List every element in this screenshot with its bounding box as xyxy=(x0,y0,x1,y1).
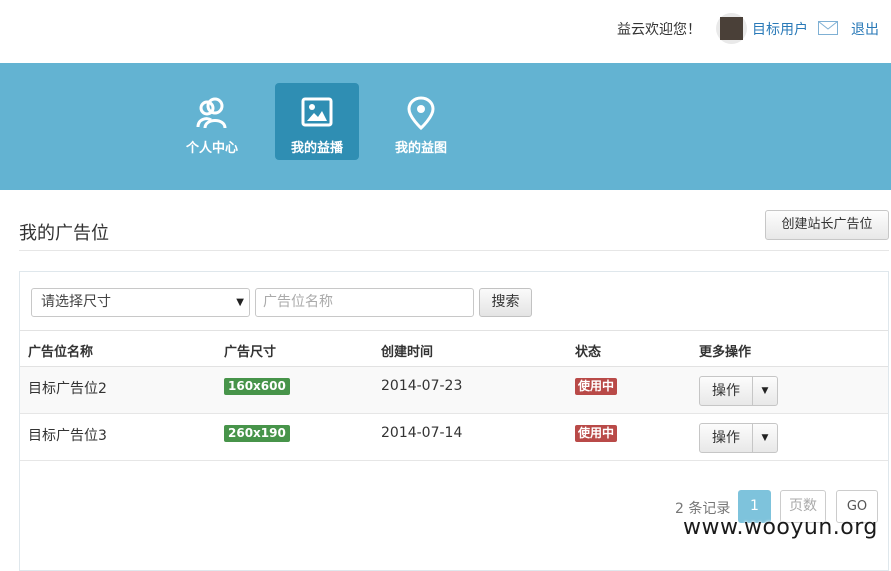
column-header-status: 状态 xyxy=(575,345,602,360)
main-nav: 个人中心 我的益播 我的益图 xyxy=(0,63,891,190)
caret-down-icon[interactable]: ▼ xyxy=(753,377,777,405)
action-button-group: 操作 ▼ xyxy=(699,423,778,453)
welcome-text: 益云欢迎您！ xyxy=(617,22,701,38)
location-pin-icon xyxy=(407,96,435,130)
table-row: 目标广告位2 160x600 2014-07-23 使用中 操作 ▼ xyxy=(20,367,888,414)
users-icon xyxy=(196,97,227,129)
size-badge: 260x190 xyxy=(224,425,290,442)
table-header: 广告位名称 广告尺寸 创建时间 状态 更多操作 xyxy=(20,330,888,367)
nav-label-personal-center: 个人中心 xyxy=(185,141,238,156)
page-title: 我的广告位 xyxy=(19,223,109,244)
column-header-size: 广告尺寸 xyxy=(224,345,277,360)
search-button[interactable]: 搜索 xyxy=(479,288,532,317)
table-row: 目标广告位3 260x190 2014-07-14 使用中 操作 ▼ xyxy=(20,414,888,461)
ad-slot-name: 目标广告位3 xyxy=(28,428,107,444)
title-divider xyxy=(19,250,889,251)
nav-item-my-yibo[interactable]: 我的益播 xyxy=(275,83,359,160)
action-button-group: 操作 ▼ xyxy=(699,376,778,406)
nav-label-my-yibo: 我的益播 xyxy=(290,141,343,156)
nav-item-personal-center[interactable]: 个人中心 xyxy=(170,83,254,160)
nav-label-my-yitu: 我的益图 xyxy=(394,141,447,156)
created-date: 2014-07-14 xyxy=(381,425,463,441)
column-header-created: 创建时间 xyxy=(381,345,434,360)
nav-item-my-yitu[interactable]: 我的益图 xyxy=(379,83,463,160)
size-select-value: 请选择尺寸 xyxy=(41,294,111,310)
watermark: www.wooyun.org xyxy=(683,515,878,540)
created-date: 2014-07-23 xyxy=(381,378,463,394)
column-header-name: 广告位名称 xyxy=(28,345,94,360)
column-header-actions: 更多操作 xyxy=(699,345,752,360)
top-bar: 益云欢迎您！ 目标用户 退出 xyxy=(0,0,891,63)
avatar-image xyxy=(720,17,743,40)
status-badge: 使用中 xyxy=(575,425,618,442)
dropdown-arrow-icon: ▼ xyxy=(236,297,244,308)
image-icon xyxy=(301,97,333,127)
avatar[interactable] xyxy=(716,13,747,44)
action-button[interactable]: 操作 xyxy=(700,424,753,452)
mail-icon[interactable] xyxy=(818,21,838,35)
logout-link[interactable]: 退出 xyxy=(851,19,879,39)
action-button[interactable]: 操作 xyxy=(700,377,753,405)
size-badge: 160x600 xyxy=(224,378,290,395)
size-select[interactable]: 请选择尺寸 ▼ xyxy=(31,288,250,317)
caret-down-icon[interactable]: ▼ xyxy=(753,424,777,452)
create-ad-slot-button[interactable]: 创建站长广告位 xyxy=(765,210,889,240)
username-link[interactable]: 目标用户 xyxy=(752,19,808,39)
ad-slot-name: 目标广告位2 xyxy=(28,381,107,397)
ad-slot-name-input[interactable]: 广告位名称 xyxy=(255,288,474,317)
status-badge: 使用中 xyxy=(575,378,618,395)
